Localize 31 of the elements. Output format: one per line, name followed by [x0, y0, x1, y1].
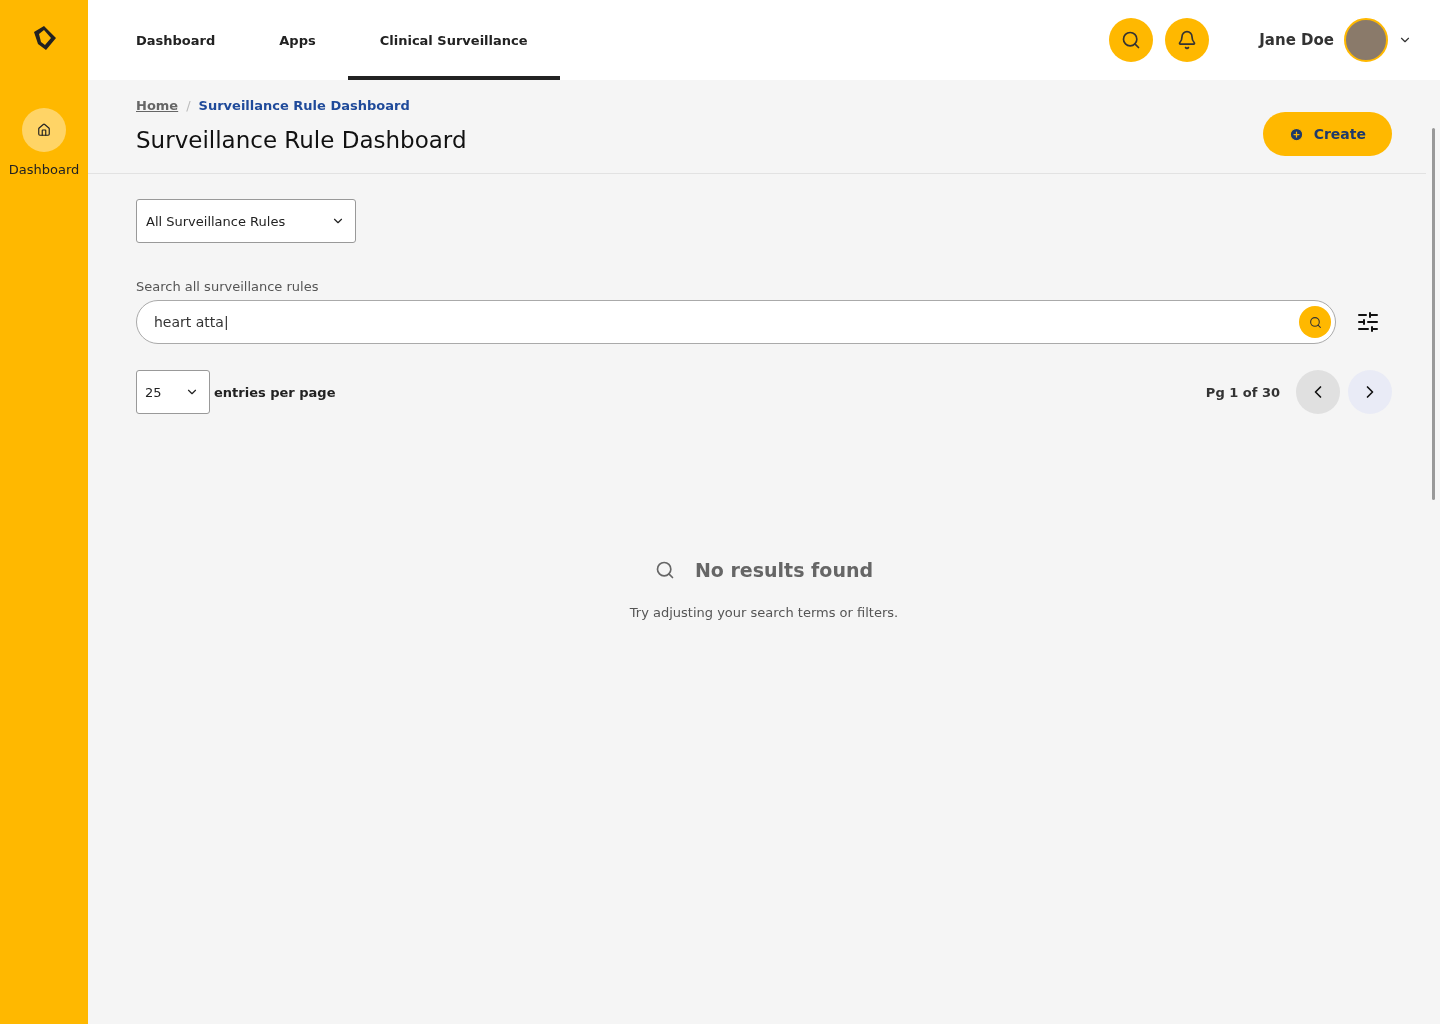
breadcrumb-link[interactable]: Surveillance Rule Dashboard	[198, 98, 410, 113]
empty-state-message: Try adjusting your search terms or filters.	[629, 605, 899, 620]
breadcrumb-separator: /	[186, 98, 191, 113]
search-icon	[1308, 315, 1322, 329]
create-button[interactable]: Create	[1262, 112, 1392, 156]
search-bar[interactable]: heart atta|	[136, 300, 1336, 344]
scrollbar-thumb[interactable]	[1431, 128, 1435, 500]
breadcrumb-link[interactable]: Home	[136, 98, 179, 113]
bell-icon	[1177, 30, 1198, 50]
search-icon	[1121, 30, 1142, 50]
search-submit-button[interactable]	[1299, 306, 1331, 338]
rule-filter-dropdown[interactable]: All Surveillance Rules	[136, 199, 356, 243]
search-button[interactable]	[1109, 18, 1154, 62]
sidebar-item[interactable]: Dashboard	[8, 108, 80, 177]
nav-tab[interactable]: Dashboard	[104, 0, 248, 80]
notifications-button[interactable]	[1165, 18, 1210, 62]
page-size-label: entries per page	[214, 384, 336, 400]
page-indicator: Pg 1 of 30	[1205, 384, 1280, 400]
home-icon	[37, 123, 51, 137]
empty-state-title: No results found	[694, 559, 874, 581]
nav-tab[interactable]: Clinical Surveillance	[347, 0, 560, 80]
filter-sliders-icon[interactable]	[1356, 310, 1380, 334]
avatar-placeholder[interactable]	[1344, 18, 1388, 62]
search-field[interactable]: heart atta|	[152, 313, 1299, 331]
nav-tab[interactable]: Apps	[247, 0, 348, 80]
search-label: Search all surveillance rules	[136, 279, 320, 294]
plus-circle-icon	[1288, 126, 1304, 142]
search-icon	[654, 560, 675, 580]
page-size-dropdown[interactable]: 25	[136, 370, 210, 414]
page-title: Surveillance Rule Dashboard	[136, 127, 467, 153]
user-name: Jane Doe	[1259, 31, 1334, 49]
